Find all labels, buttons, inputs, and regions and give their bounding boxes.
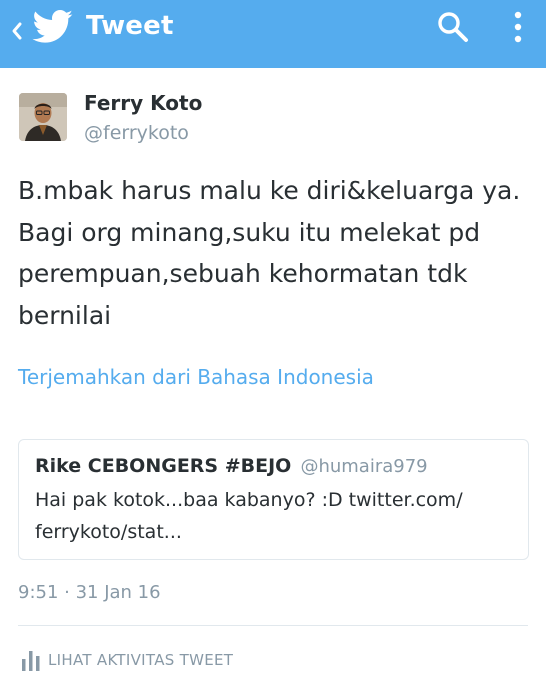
page-title: Tweet: [86, 11, 174, 41]
app-bar: Tweet: [0, 0, 546, 68]
profile-photo: [19, 93, 67, 141]
avatar[interactable]: [19, 93, 67, 141]
twitter-bird-icon[interactable]: [32, 10, 74, 44]
quoted-author-name: Rike CEBONGERS #BEJO: [35, 455, 292, 477]
quoted-tweet-card[interactable]: Rike CEBONGERS #BEJO @humaira979 Hai pak…: [18, 439, 529, 560]
quoted-tweet-text: Hai pak kotok...baa kabanyo? :D twitter.…: [35, 489, 463, 543]
tweet-timestamp: 9:51 · 31 Jan 16: [18, 582, 161, 603]
author-name[interactable]: Ferry Koto: [84, 91, 202, 115]
quoted-author-handle: @humaira979: [300, 456, 428, 477]
divider: [18, 625, 528, 626]
search-icon[interactable]: [436, 10, 470, 44]
author-handle[interactable]: @ferrykoto: [84, 122, 189, 144]
bar-chart-icon: [22, 651, 40, 671]
tweet-text: B.mbak harus malu ke diri&keluarga ya. B…: [18, 176, 521, 330]
back-chevron-icon[interactable]: [10, 20, 24, 42]
quoted-tweet-header: Rike CEBONGERS #BEJO @humaira979: [35, 455, 428, 477]
overflow-menu-icon[interactable]: [506, 8, 530, 46]
activity-label: LIHAT AKTIVITAS TWEET: [48, 651, 234, 669]
translate-link[interactable]: Terjemahkan dari Bahasa Indonesia: [18, 365, 374, 389]
view-tweet-activity-button[interactable]: LIHAT AKTIVITAS TWEET: [18, 645, 318, 675]
